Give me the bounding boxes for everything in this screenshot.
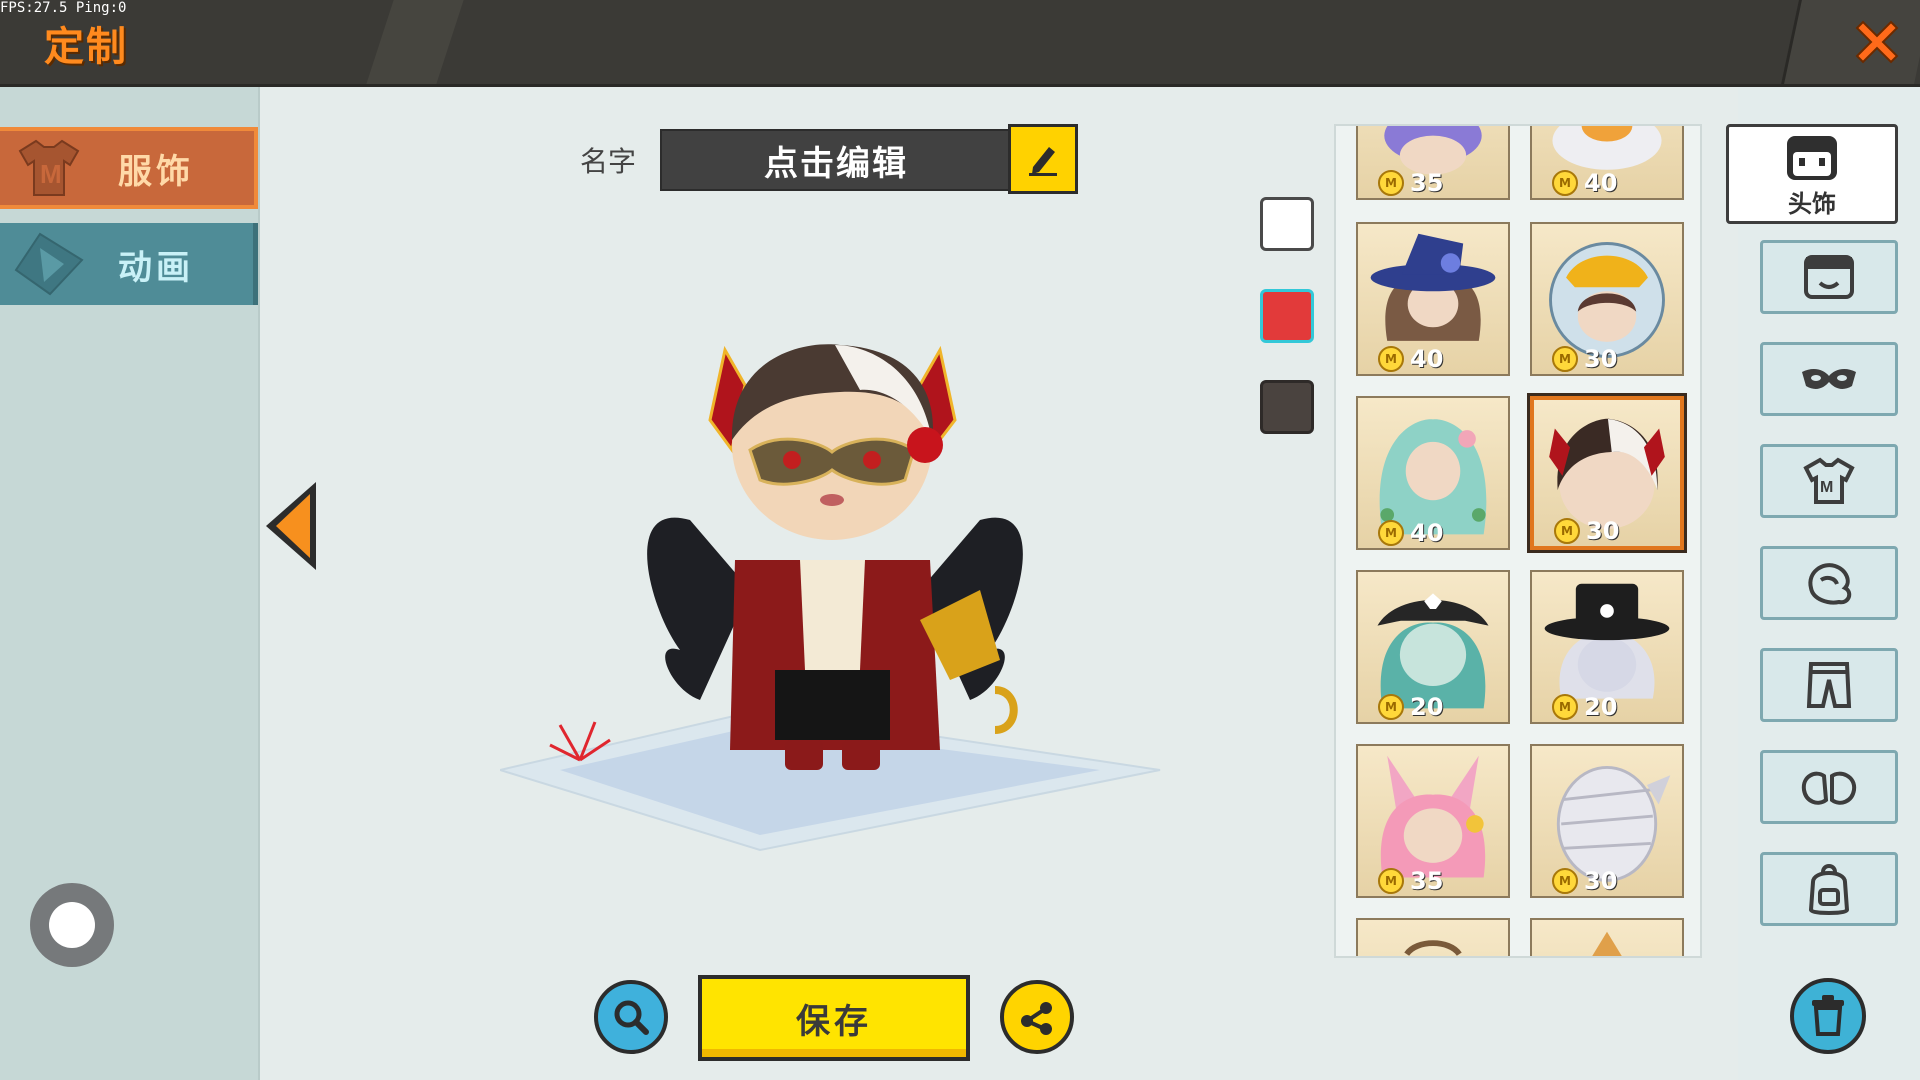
partial-item-art [1592, 931, 1622, 956]
mask-icon [1802, 369, 1856, 389]
category-pants[interactable] [1760, 648, 1898, 722]
color-swatch-white[interactable] [1260, 197, 1314, 251]
item-card[interactable]: M 35 [1356, 744, 1510, 898]
item-card[interactable]: M 30 [1530, 744, 1684, 898]
coin-icon: M [1552, 694, 1578, 720]
item-price: 40 [1410, 519, 1444, 547]
close-x-icon [1855, 20, 1899, 64]
price-tag: M 20 [1358, 692, 1508, 722]
coin-icon: M [1378, 346, 1404, 372]
item-price: 30 [1586, 517, 1620, 545]
pencil-icon [1029, 147, 1057, 176]
save-button[interactable]: 保存 [698, 975, 970, 1061]
trash-icon [1812, 995, 1844, 1036]
category-gloves[interactable] [1760, 546, 1898, 620]
category-headwear-label: 头饰 [1788, 189, 1836, 218]
page-title: 定制 [44, 24, 128, 70]
coin-icon: M [1378, 520, 1404, 546]
category-top[interactable]: M [1760, 444, 1898, 518]
partial-item-art [1404, 940, 1462, 956]
item-price: 20 [1410, 693, 1444, 721]
coin-icon: M [1552, 170, 1578, 196]
name-input-value: 点击编辑 [764, 143, 908, 184]
item-card[interactable]: M 35 [1356, 126, 1510, 200]
item-price: 20 [1584, 693, 1618, 721]
item-card[interactable]: M 20 [1530, 570, 1684, 724]
name-label: 名字 [580, 145, 637, 178]
price-tag: M 40 [1358, 518, 1508, 548]
zoom-button[interactable] [594, 980, 668, 1054]
header-decoration [366, 0, 464, 84]
coin-icon: M [1552, 346, 1578, 372]
tab-clothing-label: 服饰 [118, 151, 194, 192]
item-price: 40 [1584, 169, 1618, 197]
category-headwear[interactable]: 头饰 [1726, 124, 1898, 224]
svg-text:M: M [40, 159, 62, 189]
magnifier-icon [614, 1000, 649, 1035]
triangle-play-icon [4, 229, 94, 299]
category-face[interactable] [1760, 240, 1898, 314]
joystick-dot [49, 902, 95, 948]
coin-icon: M [1378, 868, 1404, 894]
top-bar [0, 0, 1920, 87]
save-button-label: 保存 [796, 1001, 872, 1042]
item-card-selected[interactable]: M 30 [1530, 396, 1684, 550]
item-card[interactable]: M 40 [1356, 222, 1510, 376]
tab-animation-label: 动画 [118, 247, 194, 288]
item-price: 30 [1584, 867, 1618, 895]
item-card[interactable] [1530, 918, 1684, 956]
svg-text:M: M [1820, 479, 1833, 496]
price-tag: M 30 [1534, 516, 1680, 546]
item-grid[interactable]: M 35 M 40 M 40 M 30 M 40 M 30 M 20 M 20 … [1334, 124, 1702, 958]
color-swatch-red[interactable] [1260, 289, 1314, 343]
price-tag: M 30 [1532, 866, 1682, 896]
item-price: 35 [1410, 867, 1444, 895]
item-card[interactable]: M 40 [1356, 396, 1510, 550]
close-button[interactable] [1845, 10, 1909, 74]
category-backpack[interactable] [1760, 852, 1898, 926]
category-shoes[interactable] [1760, 750, 1898, 824]
price-tag: M 40 [1358, 344, 1508, 374]
pants-icon [1806, 662, 1852, 708]
price-tag: M 20 [1532, 692, 1682, 722]
item-card[interactable] [1356, 918, 1510, 956]
item-card[interactable]: M 40 [1530, 126, 1684, 200]
price-tag: M 40 [1532, 168, 1682, 198]
coin-icon: M [1378, 170, 1404, 196]
tab-animation[interactable]: 动画 [0, 223, 258, 305]
item-card[interactable]: M 20 [1356, 570, 1510, 724]
character-preview [500, 344, 1161, 852]
color-swatch-dark[interactable] [1260, 380, 1314, 434]
item-price: 40 [1410, 345, 1444, 373]
shoes-icon [1801, 771, 1857, 805]
shirt-m-icon: M [4, 133, 94, 203]
price-tag: M 30 [1532, 344, 1682, 374]
item-price: 35 [1410, 169, 1444, 197]
price-tag: M 35 [1358, 168, 1508, 198]
share-button[interactable] [1000, 980, 1074, 1054]
shirt-icon: M [1803, 457, 1855, 504]
backpack-icon [1808, 864, 1850, 915]
edit-name-button[interactable] [1008, 124, 1078, 194]
item-price: 30 [1584, 345, 1618, 373]
share-icon [1021, 1002, 1052, 1035]
name-input[interactable]: 点击编辑 [660, 129, 1012, 191]
previous-arrow-icon[interactable] [260, 478, 320, 574]
coin-icon: M [1378, 694, 1404, 720]
head-icon [1787, 135, 1837, 180]
face-icon [1804, 255, 1854, 299]
tab-clothing[interactable]: M 服饰 [0, 127, 258, 209]
trash-button[interactable] [1790, 978, 1866, 1054]
coin-icon: M [1554, 518, 1580, 544]
joystick-button[interactable] [30, 883, 114, 967]
category-mask[interactable] [1760, 342, 1898, 416]
coin-icon: M [1552, 868, 1578, 894]
hand-glove-icon [1808, 563, 1852, 605]
item-card[interactable]: M 30 [1530, 222, 1684, 376]
price-tag: M 35 [1358, 866, 1508, 896]
